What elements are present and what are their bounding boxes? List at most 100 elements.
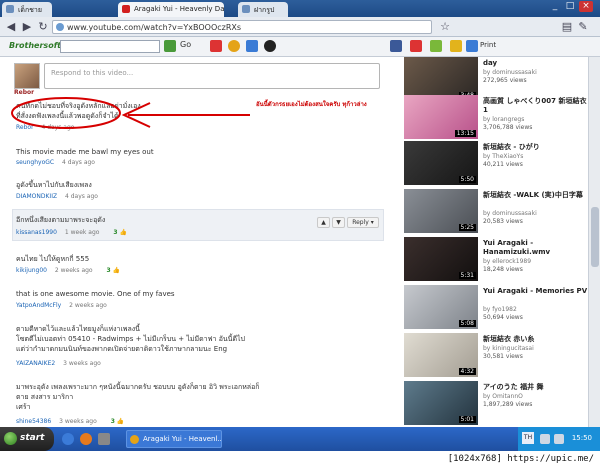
comment-user[interactable]: YAIZANAIKE2 (16, 360, 55, 367)
related-video[interactable]: 5:08 Yui Aragaki - Memories PV by fyo198… (404, 285, 588, 333)
vote-down-button[interactable]: ▼ (332, 217, 345, 228)
tab-bar: เด็กชาย Aragaki Yui - Heavenly Days ฝากร… (0, 0, 600, 17)
tab-1[interactable]: เด็กชาย (2, 2, 52, 17)
forward-icon[interactable]: ▶ (20, 20, 34, 34)
reply-button[interactable]: Reply ▾ (347, 217, 379, 228)
video-title[interactable]: 高画質 しゃべくり007 新垣結衣 1 (483, 97, 588, 115)
firefox-icon[interactable] (80, 433, 92, 445)
comment-meta: YatpoAndMcFly 2 weeks ago (16, 302, 107, 309)
video-thumbnail[interactable]: 13:15 (404, 95, 478, 139)
ce-icon[interactable] (210, 40, 222, 52)
print-button[interactable]: Print (480, 41, 496, 49)
related-video[interactable]: 5:31 Yui Aragaki - Hanamizuki.wmv by ell… (404, 237, 588, 285)
video-uploader: by OmitannO (483, 393, 523, 400)
comment-text: that is one awesome movie. One of my fav… (16, 290, 175, 298)
video-uploader: by dominussasaki (483, 210, 537, 217)
related-video[interactable]: 5:50 新垣結衣 - ひがり by TheXiaoYs 40,211 view… (404, 141, 588, 189)
page-favicon-icon (6, 5, 14, 13)
comment-meta: kissanas1990 1 week ago 3 👍 (16, 229, 127, 236)
video-duration: 5:25 (458, 224, 476, 231)
comment-user[interactable]: kissanas1990 (16, 229, 57, 236)
tab-label: เด็กชาย (18, 6, 42, 14)
vote-up-button[interactable]: ▲ (317, 217, 330, 228)
comment-text: ตามตีหาดไว้และแล้วไทยมูงก็แห่งาเพลงนี้ โ… (16, 325, 245, 353)
comment-meta: DIAMONDKIIZ 4 days ago (16, 193, 98, 200)
comment-meta: shine54386 3 weeks ago 3 👍 (16, 418, 124, 425)
comment-text: มาพระอุดัง เพลงเพราะมาก ๆหนังนี้ฉมากดรับ… (16, 383, 260, 411)
video-title[interactable]: day (483, 59, 588, 68)
video-thumbnail[interactable]: 5:50 (404, 141, 478, 185)
video-title[interactable]: Yui Aragaki - Hanamizuki.wmv (483, 239, 588, 257)
video-title[interactable]: 新垣結衣 赤い糸 (483, 335, 588, 344)
related-video[interactable]: 5:01 アイのうた 福井 舞 by OmitannO 1,897,289 vi… (404, 381, 588, 427)
comment-time: 3 weeks ago (59, 418, 97, 425)
comment-user[interactable]: shine54386 (16, 418, 51, 425)
start-button[interactable]: start (0, 427, 54, 451)
video-thumbnail[interactable]: 5:01 (404, 381, 478, 425)
tab-3[interactable]: ฝากรูป (238, 2, 288, 17)
video-title[interactable]: Yui Aragaki - Memories PV (483, 287, 588, 296)
comment-time: 1 week ago (64, 229, 100, 236)
comment-meta: YAIZANAIKE2 3 weeks ago (16, 360, 101, 367)
folder-icon[interactable] (98, 433, 110, 445)
resolution-text: [1024x768] https://upic.me/ (447, 454, 594, 464)
notes-icon[interactable] (450, 40, 462, 52)
tray-icon[interactable] (540, 434, 550, 444)
video-thumbnail[interactable]: 5:31 (404, 237, 478, 281)
resolution-banner: [1024x768] https://upic.me/ (0, 451, 600, 469)
video-title[interactable]: 新垣結衣 - ひがり (483, 143, 588, 152)
page-menu-icon[interactable]: ▤ (560, 20, 574, 34)
tab-label: ฝากรูป (254, 6, 275, 14)
facebook-icon[interactable] (390, 40, 402, 52)
tab-2[interactable]: Aragaki Yui - Heavenly Days (118, 2, 224, 17)
related-video[interactable]: 13:15 高画質 しゃべくり007 新垣結衣 1 by lorangregs … (404, 95, 588, 143)
back-icon[interactable]: ◀ (4, 20, 18, 34)
url-text: www.youtube.com/watch?v=YxBOOOczRXs (67, 23, 242, 32)
scrollbar-thumb[interactable] (591, 207, 599, 267)
comment-text: อูดังขึ้นหาไปกับเสียงเพลง (16, 181, 92, 189)
green-icon[interactable] (430, 40, 442, 52)
video-duration: 13:15 (454, 130, 476, 137)
video-title[interactable]: アイのうた 福井 舞 (483, 383, 588, 392)
comment-meta: seunghyoGC 4 days ago (16, 159, 95, 166)
taskbar: start Aragaki Yui - Heavenl... TH 15:50 (0, 427, 600, 451)
language-indicator[interactable]: TH (522, 432, 534, 444)
video-uploader: by fyo1982 (483, 306, 517, 313)
scrollbar[interactable] (588, 57, 600, 427)
comment-user[interactable]: YatpoAndMcFly (16, 302, 61, 309)
video-views: 3,706,788 views (483, 124, 533, 131)
toolbar-search-input[interactable] (60, 40, 160, 53)
volume-icon[interactable] (554, 434, 564, 444)
print-icon[interactable] (466, 40, 478, 52)
video-duration: 5:50 (458, 176, 476, 183)
related-video[interactable]: 5:25 新垣結衣 -WALK (実)中日字幕 by dominussasaki… (404, 189, 588, 237)
ie-icon[interactable] (62, 433, 74, 445)
close-icon[interactable]: × (579, 1, 593, 12)
search-icon[interactable] (164, 40, 176, 52)
go-button[interactable]: Go (180, 40, 191, 49)
video-thumbnail[interactable]: 4:32 (404, 333, 478, 377)
comment-user[interactable]: kikijung00 (16, 267, 47, 274)
url-field[interactable]: www.youtube.com/watch?v=YxBOOOczRXs (52, 20, 432, 34)
clock[interactable]: 15:50 (572, 434, 592, 442)
brand-logo: Brothersoft (9, 41, 61, 50)
chrome-icon[interactable] (228, 40, 240, 52)
comment-user[interactable]: DIAMONDKIIZ (16, 193, 57, 200)
mail-icon[interactable] (246, 40, 258, 52)
page-favicon-icon (242, 5, 250, 13)
related-video[interactable]: 4:32 新垣結衣 赤い糸 by kiningucitasai 30,581 v… (404, 333, 588, 381)
video-thumbnail[interactable]: 5:08 (404, 285, 478, 329)
minimize-icon[interactable]: _ (548, 1, 562, 12)
comment-user[interactable]: seunghyoGC (16, 159, 54, 166)
video-views: 30,581 views (483, 353, 523, 360)
ball-icon[interactable] (264, 40, 276, 52)
tab-label: Aragaki Yui - Heavenly Days (134, 5, 224, 13)
taskbar-item-browser[interactable]: Aragaki Yui - Heavenl... (126, 430, 222, 448)
video-thumbnail[interactable]: 5:25 (404, 189, 478, 233)
maximize-icon[interactable]: □ (563, 1, 577, 12)
wrench-icon[interactable]: ✎ (576, 20, 590, 34)
youtube-icon[interactable] (410, 40, 422, 52)
star-icon[interactable]: ☆ (438, 20, 452, 34)
video-title[interactable]: 新垣結衣 -WALK (実)中日字幕 (483, 191, 588, 200)
reload-icon[interactable]: ↻ (36, 20, 50, 34)
